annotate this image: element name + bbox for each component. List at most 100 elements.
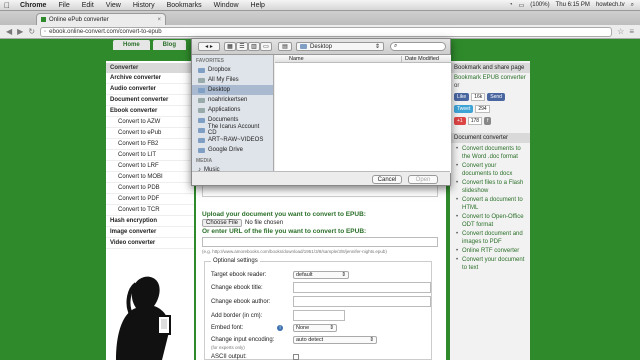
spotlight-icon[interactable]: ⌕ — [631, 2, 634, 9]
like-button[interactable]: Like — [454, 93, 470, 101]
menu-history[interactable]: History — [127, 2, 161, 9]
tweet-button[interactable]: Tweet — [454, 105, 474, 113]
sidebar-item-lrf[interactable]: Convert to LRF — [106, 161, 194, 172]
option-ebook-author: Change ebook author: — [211, 296, 431, 307]
menu-view[interactable]: View — [100, 2, 127, 9]
column-date-modified[interactable]: Date Modified — [401, 55, 451, 62]
bookmark-link[interactable]: Bookmark EPUB converter — [450, 73, 530, 83]
star-icon[interactable]: ☆ — [617, 27, 624, 36]
sidebar-item-pdf[interactable]: Convert to PDF — [106, 194, 194, 205]
favorite-all-my-files[interactable]: All My Files — [192, 75, 273, 85]
favorite-home[interactable]: noahrickertsen — [192, 95, 273, 105]
folder-icon — [198, 147, 205, 153]
sidebar-item-archive[interactable]: Archive converter — [106, 73, 194, 84]
doc-link[interactable]: Online RTF converter — [454, 247, 526, 255]
favorite-dropbox[interactable]: Dropbox — [192, 65, 273, 75]
user-name[interactable]: howtech.tv — [596, 2, 625, 8]
list-view-icon[interactable]: ☰ — [236, 42, 248, 51]
favorite-label: The Icarus Account CD — [207, 124, 260, 136]
no-file-text: No file chosen — [245, 220, 284, 226]
file-list-header: Name Date Modified — [275, 55, 451, 63]
choose-file-button[interactable]: Choose File — [202, 219, 243, 227]
location-text: Desktop — [310, 43, 333, 50]
mac-menubar:  Chrome File Edit View History Bookmark… — [0, 0, 640, 11]
target-reader-select[interactable]: default ⇕ — [293, 271, 349, 279]
battery-icon[interactable]: ▭ — [519, 2, 525, 9]
sidebar-item-pdb[interactable]: Convert to PDB — [106, 183, 194, 194]
folder-icon — [300, 44, 307, 49]
favicon-icon — [41, 17, 46, 22]
sidebar-item-tcr[interactable]: Convert to TCR — [106, 205, 194, 216]
favorite-art-raw-videos[interactable]: ART~RAW~VIDEOS — [192, 135, 273, 145]
column-name[interactable]: Name — [275, 56, 401, 62]
google-plus-icon[interactable]: +1 — [454, 117, 466, 125]
doc-link[interactable]: Convert a document to HTML — [454, 196, 526, 212]
favorite-google-drive[interactable]: Google Drive — [192, 145, 273, 155]
dialog-search-field[interactable]: ⌕ — [390, 42, 446, 51]
clock[interactable]: Thu 6:15 PM — [556, 2, 590, 8]
sidebar-item-lit[interactable]: Convert to LIT — [106, 150, 194, 161]
location-popup[interactable]: Desktop ⇕ — [296, 42, 384, 51]
forward-arrow-icon[interactable]: ▶ — [17, 27, 23, 36]
border-input[interactable] — [293, 310, 345, 321]
encoding-select[interactable]: auto detect ⇕ — [293, 336, 377, 344]
tab-close-icon[interactable]: × — [157, 17, 161, 23]
apple-icon[interactable]:  — [0, 1, 14, 10]
dialog-back-forward[interactable]: ◂ ▸ — [198, 42, 220, 51]
favorite-icarus-cd[interactable]: The Icarus Account CD — [192, 124, 273, 136]
sidebar-item-mobi[interactable]: Convert to MOBI — [106, 172, 194, 183]
column-view-icon[interactable]: ▥ — [248, 42, 260, 51]
menu-bookmarks[interactable]: Bookmarks — [161, 2, 208, 9]
menu-app-chrome[interactable]: Chrome — [14, 2, 52, 9]
nav-blog[interactable]: Blog — [152, 40, 187, 50]
sidebar-item-epub[interactable]: Convert to ePub — [106, 128, 194, 139]
sidebar-item-image[interactable]: Image converter — [106, 227, 194, 238]
coverflow-view-icon[interactable]: ▭ — [260, 42, 272, 51]
favorite-desktop[interactable]: Desktop — [192, 85, 273, 95]
wifi-icon[interactable]: ◔ — [509, 2, 513, 8]
share-icon[interactable]: f — [484, 117, 492, 125]
favorite-label: ART~RAW~VIDEOS — [208, 137, 264, 143]
sidebar-item-hash[interactable]: Hash encryption — [106, 216, 194, 227]
site-top-nav: Home Blog — [113, 40, 187, 50]
file-open-dialog: ◂ ▸ ▦ ☰ ▥ ▭ ▤ Desktop ⇕ ⌕ FAVORITES Drop… — [191, 38, 451, 186]
cancel-button[interactable]: Cancel — [372, 175, 402, 184]
info-icon[interactable]: i — [277, 325, 283, 331]
back-arrow-icon[interactable]: ◀ — [6, 27, 12, 36]
sidebar-item-azw[interactable]: Convert to AZW — [106, 117, 194, 128]
menu-window[interactable]: Window — [208, 2, 245, 9]
doc-link[interactable]: Convert your documents to docx — [454, 162, 526, 178]
dialog-footer: Cancel Open — [192, 171, 450, 185]
doc-link[interactable]: Convert files to a Flash slideshow — [454, 179, 526, 195]
send-button[interactable]: Send — [487, 93, 505, 101]
browser-tab[interactable]: Online ePub converter × — [36, 13, 166, 25]
sidebar-item-fb2[interactable]: Convert to FB2 — [106, 139, 194, 150]
ascii-checkbox[interactable] — [293, 354, 299, 360]
menu-help[interactable]: Help — [245, 2, 271, 9]
doc-link[interactable]: Convert document and images to PDF — [454, 230, 526, 246]
file-url-input[interactable] — [202, 237, 438, 247]
menu-edit[interactable]: Edit — [76, 2, 100, 9]
dialog-file-list[interactable]: Name Date Modified — [275, 55, 451, 173]
nav-home[interactable]: Home — [113, 40, 150, 50]
dialog-sidebar: FAVORITES Dropbox All My Files Desktop n… — [192, 55, 274, 173]
menu-file[interactable]: File — [52, 2, 75, 9]
open-button[interactable]: Open — [408, 175, 438, 184]
sidebar-item-document[interactable]: Document converter — [106, 95, 194, 106]
favorite-label: Dropbox — [208, 67, 231, 73]
address-bar[interactable]: ▫ ebook.online-convert.com/convert-to-ep… — [40, 26, 613, 37]
sidebar-item-ebook[interactable]: Ebook converter — [106, 106, 194, 117]
embed-font-select[interactable]: None ⇕ — [293, 324, 337, 332]
reload-icon[interactable]: ↻ — [28, 27, 35, 36]
doc-link[interactable]: Convert documents to the Word .doc forma… — [454, 145, 526, 161]
doc-link[interactable]: Convert to Open-Office ODT format — [454, 213, 526, 229]
favorite-applications[interactable]: Applications — [192, 105, 273, 115]
arrange-icon[interactable]: ▤ — [278, 42, 292, 51]
menu-icon[interactable]: ≡ — [629, 27, 634, 36]
ebook-title-input[interactable] — [293, 282, 431, 293]
ebook-author-input[interactable] — [293, 296, 431, 307]
doc-link[interactable]: Convert your document to text — [454, 256, 526, 272]
sidebar-item-audio[interactable]: Audio converter — [106, 84, 194, 95]
icon-view-icon[interactable]: ▦ — [224, 42, 236, 51]
sidebar-item-video[interactable]: Video converter — [106, 238, 194, 249]
